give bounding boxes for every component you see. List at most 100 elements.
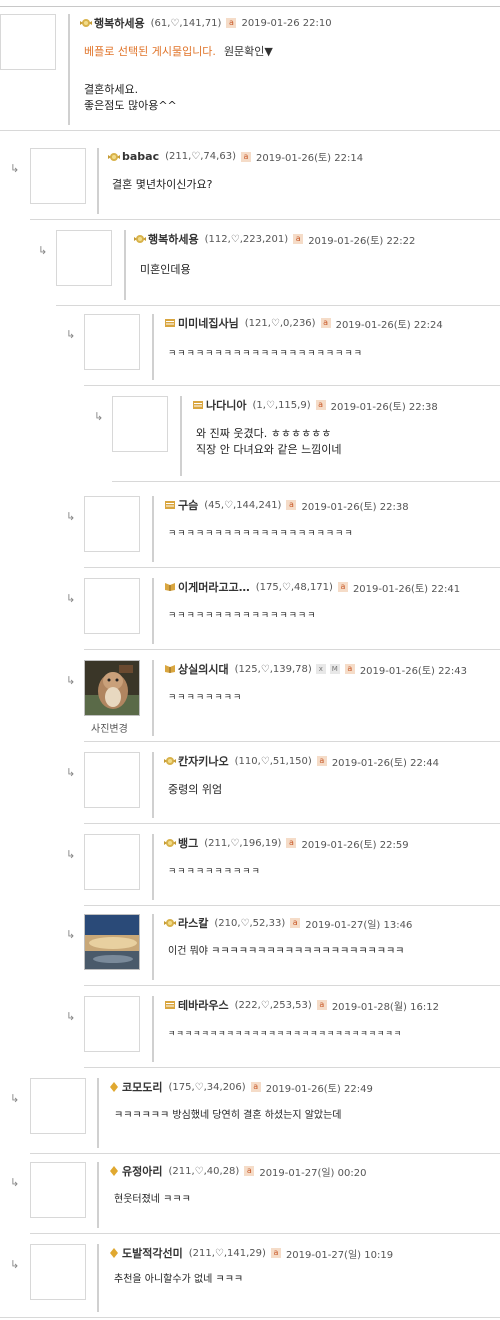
nickname[interactable]: 도발적각선미 xyxy=(122,1247,183,1260)
avatar[interactable] xyxy=(30,1244,86,1300)
timestamp: 2019-01-26(토) 22:43 xyxy=(359,665,467,677)
book-icon xyxy=(164,318,176,328)
comment-body: 중령의 위엄 xyxy=(168,782,222,798)
nickname[interactable]: 나다니아 xyxy=(206,399,246,412)
avatar[interactable] xyxy=(84,314,140,370)
comment: ↳ 코모도리 (175,♡,34,206) a 2019-01-26(토) 22:49… xyxy=(0,1070,500,1154)
comment-body: 현웃터졌네 ㅋㅋㅋ xyxy=(114,1192,191,1208)
book-icon xyxy=(192,400,204,410)
avatar[interactable] xyxy=(56,230,112,286)
nickname[interactable]: 미미네집사님 xyxy=(178,317,239,330)
comment-divider xyxy=(84,985,500,986)
a-badge: a xyxy=(286,838,297,848)
user-stats: (121,♡,0,236) xyxy=(244,317,316,329)
comment-divider xyxy=(84,649,500,650)
avatar[interactable] xyxy=(84,996,140,1052)
comment-body: 결혼 몇년차이신가요? xyxy=(112,177,212,193)
comment-body: 이건 뭐야 ㅋㅋㅋㅋㅋㅋㅋㅋㅋㅋㅋㅋㅋㅋㅋㅋㅋㅋㅋㅋㅋ xyxy=(168,944,404,960)
avatar[interactable] xyxy=(112,396,168,452)
comment: ↳ 사진변경 상실의시대 (125,♡,139,78) x Ma 2019-01-26(… xyxy=(0,652,500,742)
comment: ↳ 테바라우스 (222,♡,253,53) a 2019-01-28(월) 16:1… xyxy=(0,988,500,1068)
avatar[interactable] xyxy=(84,834,140,890)
avatar-photo xyxy=(85,661,139,715)
reply-arrow-icon: ↳ xyxy=(66,674,76,687)
user-stats: (112,♡,223,201) xyxy=(204,233,289,245)
comment: ↳ 도발적각선미 (211,♡,141,29) a 2019-01-27(일) 10:… xyxy=(0,1236,500,1318)
avatar[interactable] xyxy=(84,752,140,808)
nickname[interactable]: 테바라우스 xyxy=(178,999,229,1012)
comment-divider xyxy=(84,567,500,568)
reply-arrow-icon: ↳ xyxy=(66,510,76,523)
comment-line: 결혼 몇년차이신가요? xyxy=(112,178,213,191)
a-badge: a xyxy=(250,1082,261,1092)
avatar[interactable] xyxy=(84,496,140,552)
comment: 행복하세용 (61,♡,141,71) a 2019-01-26 22:10 베플로 … xyxy=(0,6,500,131)
reply-arrow-icon: ↳ xyxy=(10,162,20,175)
user-stats: (175,♡,48,171) xyxy=(255,581,333,593)
nickname[interactable]: 칸자키나오 xyxy=(178,755,229,768)
avatar[interactable] xyxy=(0,14,56,70)
a-badge: a xyxy=(244,1166,255,1176)
user-stats: (210,♡,52,33) xyxy=(214,917,286,929)
comment-body: ㅋㅋㅋㅋㅋㅋㅋㅋㅋㅋㅋㅋㅋㅋㅋㅋㅋㅋㅋㅋㅋ xyxy=(168,346,363,362)
timestamp: 2019-01-26 22:10 xyxy=(241,17,332,29)
comment-divider xyxy=(84,385,500,386)
avatar[interactable] xyxy=(84,660,140,716)
nickname[interactable]: 상실의시대 xyxy=(178,663,229,676)
comment-divider xyxy=(30,219,500,220)
a-badge: a xyxy=(316,756,327,766)
nickname[interactable]: babac xyxy=(122,150,159,163)
thread-line xyxy=(152,834,154,900)
thread-line xyxy=(152,578,154,644)
a-badge: a xyxy=(320,318,331,328)
medal-icon xyxy=(164,838,176,848)
comment-line: ㅋㅋㅋㅋㅋㅋㅋㅋ xyxy=(168,693,243,703)
comment-divider xyxy=(112,481,500,482)
avatar[interactable] xyxy=(30,1162,86,1218)
nickname[interactable]: 코모도리 xyxy=(122,1081,162,1094)
timestamp: 2019-01-28(월) 16:12 xyxy=(331,1001,439,1013)
avatar[interactable] xyxy=(30,148,86,204)
nickname[interactable]: 행복하세용 xyxy=(148,233,199,246)
reply-arrow-icon: ↳ xyxy=(10,1092,20,1105)
user-stats: (211,♡,196,19) xyxy=(204,837,282,849)
comment: ↳ 유정아리 (211,♡,40,28) a 2019-01-27(일) 00:20 … xyxy=(0,1154,500,1234)
user-stats: (1,♡,115,9) xyxy=(252,399,311,411)
a-badge: a xyxy=(226,18,237,28)
nickname[interactable]: 유정아리 xyxy=(122,1165,162,1178)
thread-line xyxy=(97,1078,99,1148)
comment: ↳ babac (211,♡,74,63) a 2019-01-26(토) 22:14… xyxy=(0,140,500,220)
comment: ↳ 라스칼 (210,♡,52,33) a 2019-01-27(일) 13:46 이… xyxy=(0,906,500,986)
nickname[interactable]: 뱅그 xyxy=(178,837,198,850)
comment-body: 와 진짜 웃겼다. ㅎㅎㅎㅎㅎㅎ 직장 안 다녀요와 같은 느낌이네 xyxy=(196,426,342,458)
reply-arrow-icon: ↳ xyxy=(66,766,76,779)
avatar[interactable] xyxy=(84,578,140,634)
comment-line: ㅋㅋㅋㅋㅋㅋㅋㅋㅋㅋㅋㅋㅋㅋㅋㅋ xyxy=(168,611,317,621)
avatar[interactable] xyxy=(30,1078,86,1134)
comment-divider xyxy=(84,1067,500,1068)
comment-line: ㅋㅋㅋㅋㅋㅋㅋㅋㅋㅋㅋㅋㅋㅋㅋㅋㅋㅋㅋㅋ xyxy=(168,529,354,539)
avatar[interactable] xyxy=(84,914,140,970)
user-stats: (125,♡,139,78) xyxy=(234,663,312,675)
medal-icon xyxy=(164,756,176,766)
user-stats: (211,♡,74,63) xyxy=(165,151,236,162)
ribbon-icon xyxy=(164,582,176,592)
diamond-icon xyxy=(108,1082,120,1092)
nickname[interactable]: 라스칼 xyxy=(178,917,208,930)
nickname[interactable]: 행복하세용 xyxy=(94,17,145,30)
view-original-link[interactable]: 원문확인▼ xyxy=(224,45,273,58)
a-badge: a xyxy=(293,234,304,244)
comment: ↳ 이게머라고고… (175,♡,48,171) a 2019-01-26(토) 22… xyxy=(0,570,500,650)
comment-line: 미혼인데용 xyxy=(140,263,191,276)
best-notice: 베플로 선택된 게시물입니다. 원문확인▼ xyxy=(84,45,273,58)
comment-body: ㅋㅋㅋㅋㅋㅋㅋㅋㅋㅋ xyxy=(168,864,261,880)
nickname[interactable]: 이게머라고고… xyxy=(178,581,250,594)
comment-divider xyxy=(30,1233,500,1234)
nickname[interactable]: 구슴 xyxy=(178,499,198,512)
comment-line: 중령의 위엄 xyxy=(168,783,223,796)
x-badge: x xyxy=(315,664,326,674)
change-photo-link[interactable]: 사진변경 xyxy=(91,720,128,735)
comment: ↳ 뱅그 (211,♡,196,19) a 2019-01-26(토) 22:59 ㅋ… xyxy=(0,826,500,906)
comment-divider xyxy=(0,1317,500,1318)
comment-line: 현웃터졌네 ㅋㅋㅋ xyxy=(114,1194,191,1205)
